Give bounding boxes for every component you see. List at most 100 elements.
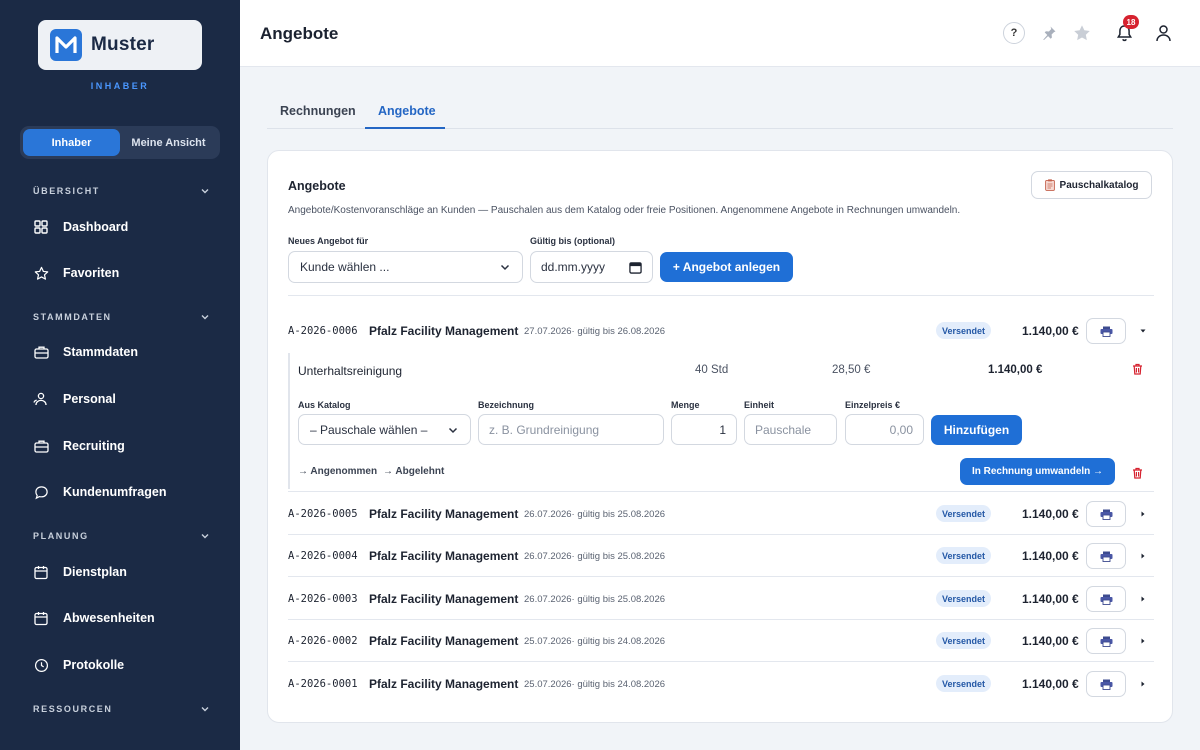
section-master-data[interactable]: STAMMDATEN — [33, 312, 210, 322]
divider — [288, 619, 1154, 620]
collapse-toggle[interactable] — [1138, 324, 1148, 338]
sidebar-item-dienstplan[interactable]: Dienstplan — [33, 557, 223, 587]
favorite-star-icon[interactable] — [1071, 22, 1093, 44]
add-position-button[interactable]: Hinzufügen — [931, 415, 1022, 445]
designation-label: Bezeichnung — [478, 400, 535, 410]
offer-customer: Pfalz Facility Management — [369, 324, 519, 338]
toggle-my-view[interactable]: Meine Ansicht — [120, 129, 217, 156]
offer-row[interactable]: A-2026-0003 Pfalz Facility Management 26… — [288, 579, 1154, 619]
tab-offers[interactable]: Angebote — [378, 104, 436, 118]
print-button[interactable] — [1086, 586, 1126, 612]
section-overview[interactable]: ÜBERSICHT — [33, 186, 210, 196]
mark-accepted-link[interactable]: → Angenommen — [298, 466, 377, 477]
expand-toggle[interactable] — [1138, 592, 1148, 606]
section-planning[interactable]: PLANUNG — [33, 531, 210, 541]
unit-input[interactable]: Pauschale — [744, 414, 837, 445]
unit-price-label: Einzelpreis € — [845, 400, 901, 410]
section-planning-label: PLANUNG — [33, 531, 89, 541]
position-unit-price: 28,50 € — [832, 364, 871, 376]
user-account-icon[interactable] — [1152, 22, 1174, 44]
expand-toggle[interactable] — [1138, 549, 1148, 563]
catalog-select-value: – Pauschale wählen – — [310, 422, 428, 437]
offer-number: A-2026-0004 — [288, 550, 358, 562]
offer-dates: 26.07.2026· gültig bis 25.08.2026 — [524, 594, 666, 605]
offer-row[interactable]: A-2026-0004 Pfalz Facility Management 26… — [288, 536, 1154, 576]
sidebar-item-kundenumfragen[interactable]: Kundenumfragen — [33, 477, 223, 507]
chevron-down-icon — [201, 534, 209, 539]
top-header: Angebote ? 18 — [240, 0, 1200, 67]
offer-row[interactable]: A-2026-0006 Pfalz Facility Management 27… — [288, 311, 1154, 351]
sidebar-item-stammdaten[interactable]: Stammdaten — [33, 337, 223, 367]
offer-amount: 1.140,00 € — [1022, 634, 1079, 648]
offer-row[interactable]: A-2026-0005 Pfalz Facility Management 26… — [288, 494, 1154, 534]
printer-icon — [1100, 509, 1112, 520]
designation-input[interactable]: z. B. Grundreinigung — [478, 414, 664, 445]
catalog-button-label: Pauschalkatalog — [1059, 179, 1139, 191]
offer-dates: 26.07.2026· gültig bis 25.08.2026 — [524, 509, 666, 520]
caret-down-icon — [1140, 329, 1146, 333]
catalog-select[interactable]: – Pauschale wählen – — [298, 414, 471, 445]
date-input-placeholder: dd.mm.yyyy — [541, 260, 606, 274]
expand-toggle[interactable] — [1138, 634, 1148, 648]
offer-dates: 27.07.2026· gültig bis 26.08.2026 — [524, 326, 666, 337]
delete-offer-button[interactable] — [1130, 466, 1144, 480]
print-button[interactable] — [1086, 318, 1126, 344]
sidebar-item-label: Protokolle — [63, 658, 125, 672]
mark-rejected-link[interactable]: → Abgelehnt — [383, 466, 444, 477]
status-badge: Versendet — [936, 547, 992, 564]
chevron-down-icon — [201, 315, 209, 320]
offer-customer: Pfalz Facility Management — [369, 549, 519, 563]
divider — [288, 534, 1154, 535]
sidebar-item-recruiting[interactable]: Recruiting — [33, 431, 223, 461]
position-quantity: 40 Std — [695, 364, 729, 376]
unit-price-input[interactable]: 0,00 — [845, 414, 924, 445]
help-icon[interactable]: ? — [1003, 22, 1025, 44]
print-button[interactable] — [1086, 543, 1126, 569]
sidebar-item-label: Recruiting — [63, 439, 125, 453]
calendar-icon[interactable] — [629, 261, 642, 274]
divider — [288, 295, 1154, 296]
tab-invoices[interactable]: Rechnungen — [280, 104, 356, 118]
caret-right-icon — [1141, 511, 1145, 517]
caret-right-icon — [1141, 638, 1145, 644]
expand-toggle[interactable] — [1138, 507, 1148, 521]
offer-row[interactable]: A-2026-0001 Pfalz Facility Management 25… — [288, 664, 1154, 704]
active-tab-indicator — [365, 127, 445, 129]
quantity-input[interactable]: 1 — [671, 414, 737, 445]
clipboard-icon — [1044, 179, 1055, 191]
sidebar-item-personal[interactable]: Personal — [33, 384, 223, 414]
sidebar-item-dashboard[interactable]: Dashboard — [33, 212, 223, 242]
convert-to-invoice-button[interactable]: In Rechnung umwandeln → — [960, 458, 1115, 485]
valid-until-date-input[interactable]: dd.mm.yyyy — [530, 251, 653, 283]
sidebar-item-protokolle[interactable]: Protokolle — [33, 650, 223, 680]
print-button[interactable] — [1086, 628, 1126, 654]
customer-select[interactable]: Kunde wählen ... — [288, 251, 523, 283]
logo-m-icon — [50, 29, 82, 61]
offer-amount: 1.140,00 € — [1022, 677, 1079, 691]
section-resources[interactable]: RESSOURCEN — [33, 704, 210, 714]
calendar-icon — [33, 610, 49, 626]
print-button[interactable] — [1086, 501, 1126, 527]
offer-dates: 26.07.2026· gültig bis 25.08.2026 — [524, 551, 666, 562]
notification-bell-icon[interactable]: 18 — [1113, 15, 1139, 44]
role-label: INHABER — [90, 81, 150, 91]
delete-position-button[interactable] — [1130, 362, 1144, 376]
print-button[interactable] — [1086, 671, 1126, 697]
offer-row[interactable]: A-2026-0002 Pfalz Facility Management 25… — [288, 621, 1154, 661]
sidebar-item-favorites[interactable]: Favoriten — [33, 258, 223, 288]
create-offer-button[interactable]: + Angebot anlegen — [660, 252, 793, 282]
pin-icon[interactable] — [1038, 22, 1060, 44]
position-name: Unterhaltsreinigung — [298, 364, 403, 378]
page-title: Angebote — [260, 24, 339, 43]
toggle-owner-view[interactable]: Inhaber — [23, 129, 120, 156]
sidebar-item-abwesenheiten[interactable]: Abwesenheiten — [33, 603, 223, 633]
calendar-icon — [33, 564, 49, 580]
offer-customer: Pfalz Facility Management — [369, 677, 519, 691]
flat-rate-catalog-button[interactable]: Pauschalkatalog — [1031, 171, 1152, 199]
notification-count-badge: 18 — [1123, 15, 1139, 29]
quantity-value: 1 — [719, 422, 726, 437]
section-master-label: STAMMDATEN — [33, 312, 112, 322]
chevron-down-icon — [201, 189, 209, 194]
brand-logo[interactable]: Muster — [38, 20, 202, 70]
expand-toggle[interactable] — [1138, 677, 1148, 691]
